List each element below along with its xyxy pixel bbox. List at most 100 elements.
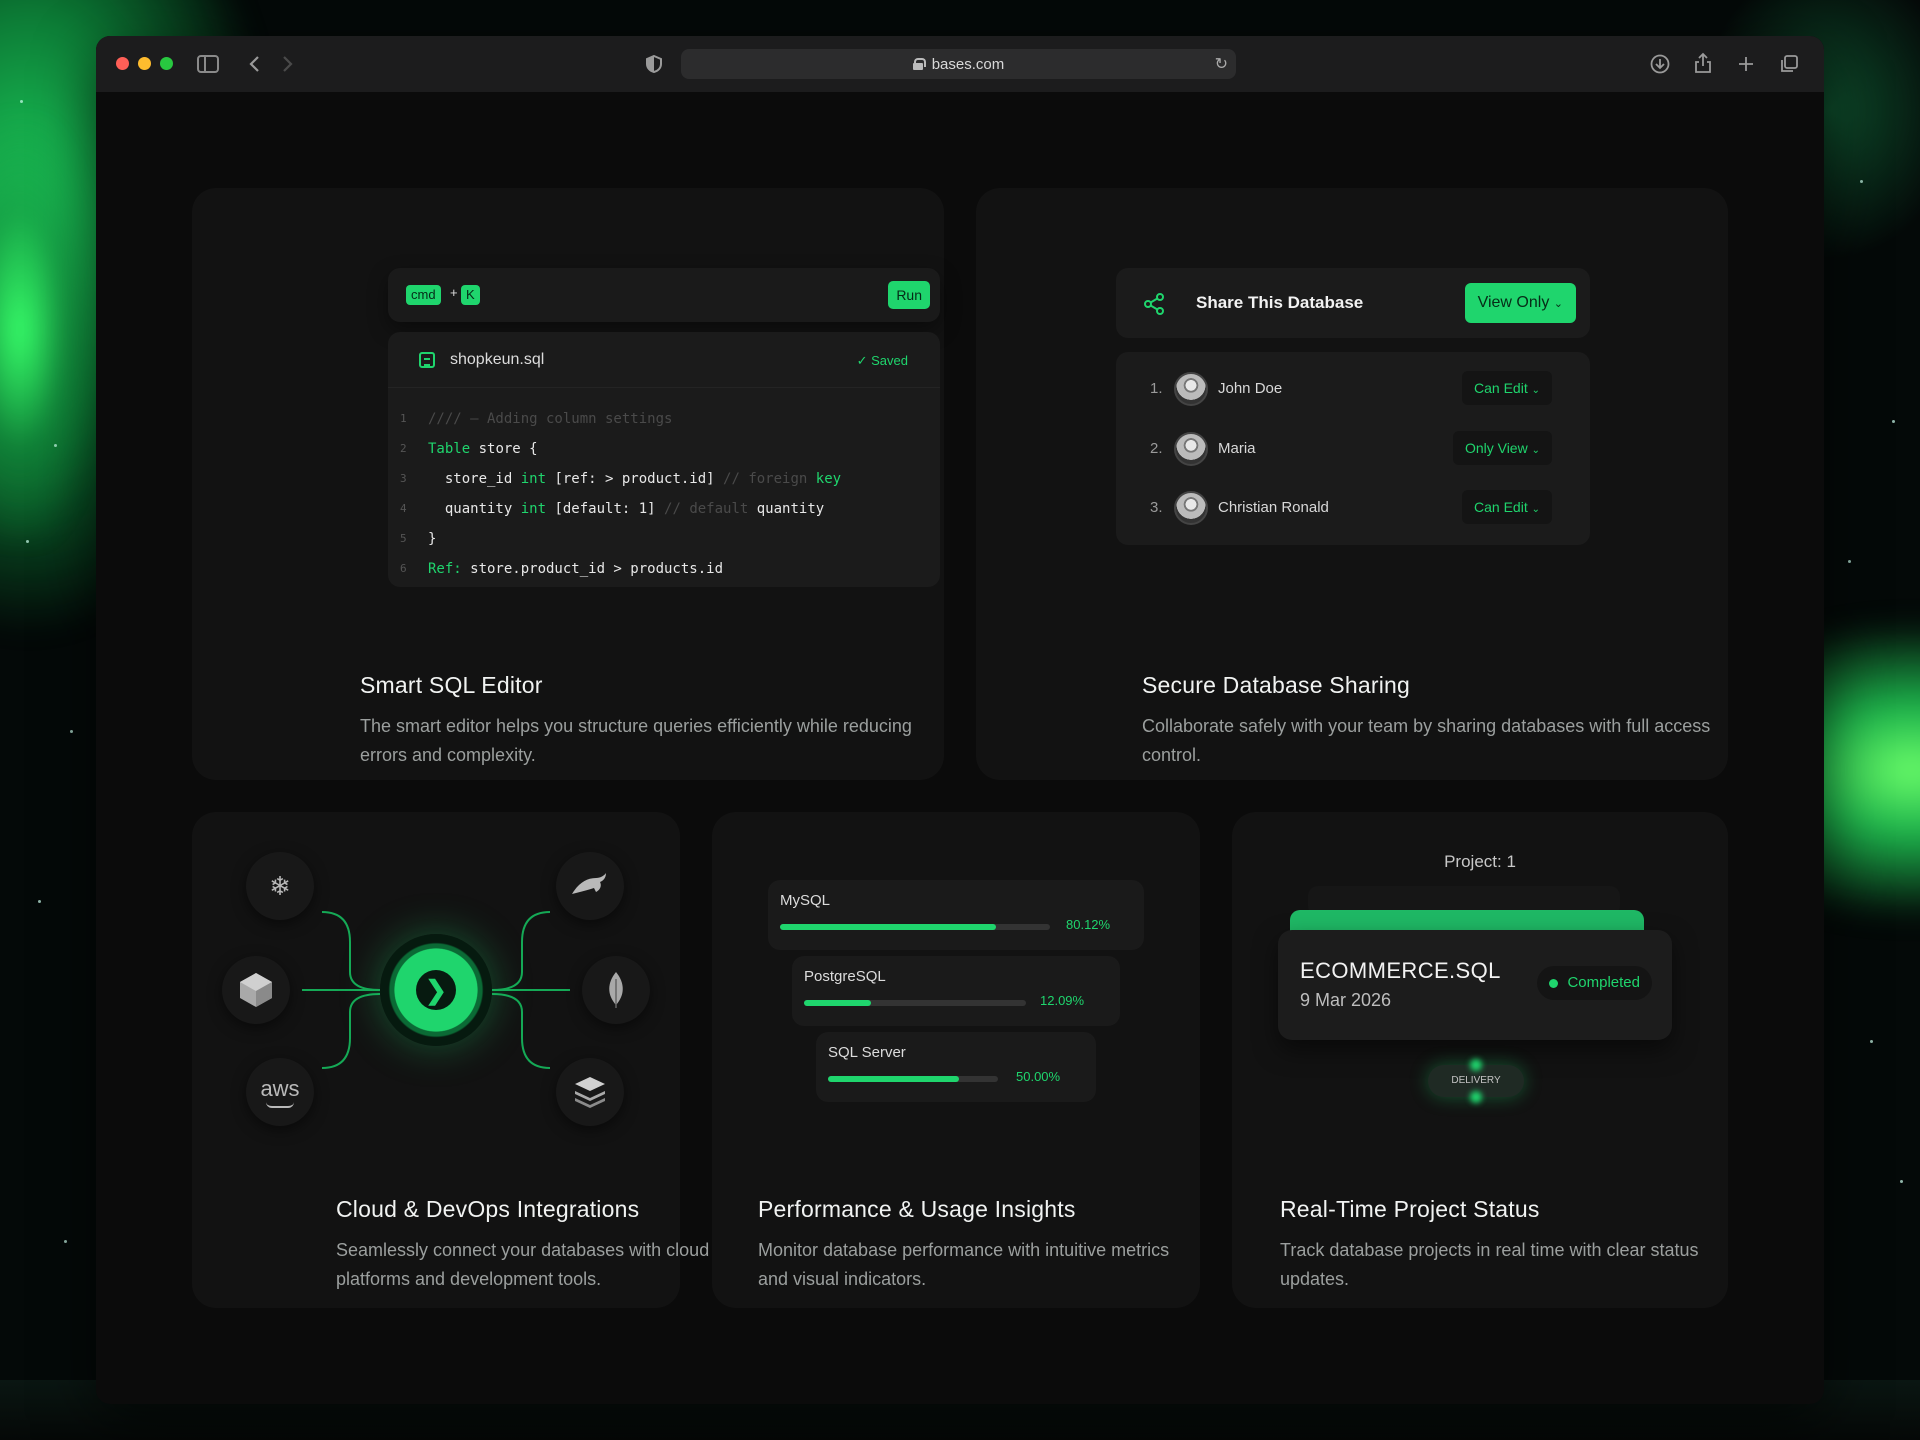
run-button[interactable]: Run [888, 281, 930, 309]
new-tab-icon[interactable] [1734, 52, 1758, 76]
code-line: 4 quantity int [default: 1] // default q… [400, 501, 825, 517]
project-file: ECOMMERCE.SQL [1300, 958, 1501, 983]
delivery-stage-badge: DELIVERY [1428, 1065, 1524, 1097]
user-name: Maria [1218, 440, 1256, 457]
card-description: Collaborate safely with your team by sha… [1142, 716, 1711, 765]
close-window-button[interactable] [116, 57, 129, 70]
code-lines: 1//// — Adding column settings 2 Table st… [388, 404, 940, 584]
sidebar-toggle-icon[interactable] [196, 52, 220, 76]
progress-fill [804, 1000, 871, 1006]
editor-header: shopkeun.sql ✓ Saved [388, 332, 940, 388]
sql-file-icon [419, 352, 435, 368]
progress-track [780, 924, 1050, 930]
integrations-card: ❄ aws ❯ Cloud & DevOps Integrations Seam… [192, 812, 709, 1308]
card-title: Secure Database Sharing [1142, 672, 1410, 698]
card-title: Cloud & DevOps Integrations [336, 1196, 640, 1222]
status-badge: Completed [1537, 966, 1652, 1000]
user-row: 1. John Doe Can Edit ⌄ [1116, 364, 1590, 414]
card-title: Smart SQL Editor [360, 672, 543, 698]
progress-track [828, 1076, 998, 1082]
code-line: 2 Table store { [400, 441, 538, 457]
privacy-shield-icon[interactable] [642, 52, 666, 76]
user-list: 1. John Doe Can Edit ⌄ 2. Maria Only Vie… [1116, 352, 1590, 545]
reload-icon[interactable]: ↻ [1215, 54, 1228, 74]
plus-sign: + [450, 285, 458, 300]
user-row: 2. Maria Only View ⌄ [1116, 424, 1590, 474]
avatar [1174, 432, 1208, 466]
card-description: Track database projects in real time wit… [1280, 1240, 1699, 1289]
metric-name: SQL Server [828, 1044, 906, 1061]
file-name: shopkeun.sql [450, 351, 545, 368]
lock-icon [912, 58, 926, 70]
share-header: Share This Database View Only ⌄ [1116, 268, 1590, 338]
user-row: 3. Christian Ronald Can Edit ⌄ [1116, 483, 1590, 533]
metric-percent: 50.00% [1016, 1069, 1061, 1084]
chevron-down-icon: ⌄ [1531, 504, 1540, 515]
share-icon[interactable] [1691, 51, 1715, 75]
minimize-window-button[interactable] [138, 57, 151, 70]
command-bar[interactable]: cmd + K Run [388, 268, 940, 322]
card-description: Monitor database performance with intuit… [758, 1240, 1170, 1289]
code-editor[interactable]: shopkeun.sql ✓ Saved 1//// — Adding colu… [388, 332, 940, 587]
browser-window: bases.com ↻ cmd + K Run shopkeun.sql ✓ S [96, 36, 1824, 1404]
project-date: 9 Mar 2026 [1300, 990, 1392, 1010]
layers-icon [556, 1058, 624, 1126]
avatar [1174, 372, 1208, 406]
progress-fill [780, 924, 997, 930]
url-text: bases.com [931, 55, 1005, 73]
share-title: Share This Database [1196, 293, 1364, 312]
project-card[interactable]: ECOMMERCE.SQL 9 Mar 2026 Completed [1278, 930, 1672, 1040]
forward-icon[interactable] [276, 52, 300, 76]
download-icon[interactable] [1648, 52, 1672, 76]
chevron-down-icon: ⌄ [1553, 298, 1563, 310]
chevron-down-icon: ⌄ [1531, 445, 1540, 456]
card-title: Real-Time Project Status [1280, 1196, 1540, 1222]
saved-status: ✓ Saved [856, 353, 908, 368]
card-description: Seamlessly connect your databases with c… [336, 1240, 710, 1289]
zoom-window-button[interactable] [160, 57, 173, 70]
check-icon: ✓ [856, 353, 872, 368]
metric-row: SQL Server 50.00% [816, 1032, 1096, 1102]
progress-fill [828, 1076, 959, 1082]
mongodb-leaf-icon [582, 956, 650, 1024]
metric-name: PostgreSQL [804, 968, 886, 985]
avatar [1174, 491, 1208, 525]
k-key: K [461, 285, 480, 305]
snowflake-icon: ❄ [246, 852, 314, 920]
aws-icon: aws [246, 1058, 314, 1126]
mysql-dolphin-icon [556, 852, 624, 920]
permission-dropdown[interactable]: Can Edit ⌄ [1462, 490, 1552, 524]
code-line: 1//// — Adding column settings [400, 411, 673, 427]
address-bar[interactable]: bases.com ↻ [681, 49, 1236, 79]
code-line: 5} [400, 531, 437, 547]
metric-name: MySQL [780, 892, 831, 909]
user-name: John Doe [1218, 380, 1283, 397]
permission-dropdown[interactable]: Only View ⌄ [1452, 431, 1552, 465]
card-title: Performance & Usage Insights [758, 1196, 1076, 1222]
cmd-key: cmd [406, 285, 441, 305]
user-name: Christian Ronald [1218, 499, 1329, 516]
code-line: 6 Ref: store.product_id > products.id [400, 561, 724, 577]
project-label: Project: 1 [1444, 852, 1516, 871]
metric-percent: 80.12% [1066, 917, 1111, 932]
view-only-dropdown[interactable]: View Only ⌄ [1464, 283, 1576, 323]
share-nodes-icon [1144, 293, 1164, 315]
metric-row: PostgreSQL 12.09% [792, 956, 1120, 1026]
project-status-card: Project: 1 ECOMMERCE.SQL 9 Mar 2026 Comp… [1232, 812, 1728, 1308]
cube-icon [222, 956, 290, 1024]
chevron-down-icon: ⌄ [1531, 385, 1540, 396]
bases-logo-icon: ❯ [416, 970, 456, 1010]
progress-track [804, 1000, 1026, 1006]
code-line: 3 store_id int [ref: > product.id] // fo… [400, 471, 842, 487]
card-description: The smart editor helps you structure que… [360, 716, 912, 765]
sql-editor-card: cmd + K Run shopkeun.sql ✓ Saved 1//// —… [192, 188, 944, 780]
performance-card: MySQL 80.12% PostgreSQL 12.09% SQL Serve… [712, 812, 1200, 1308]
metric-row: MySQL 80.12% [768, 880, 1144, 950]
bases-hub: ❯ [380, 934, 492, 1046]
tab-overview-icon[interactable] [1777, 52, 1801, 76]
back-icon[interactable] [242, 52, 266, 76]
permission-dropdown[interactable]: Can Edit ⌄ [1462, 371, 1552, 405]
sharing-card: Share This Database View Only ⌄ 1. John … [976, 188, 1728, 780]
browser-toolbar: bases.com ↻ [96, 36, 1824, 92]
metric-percent: 12.09% [1040, 993, 1085, 1008]
